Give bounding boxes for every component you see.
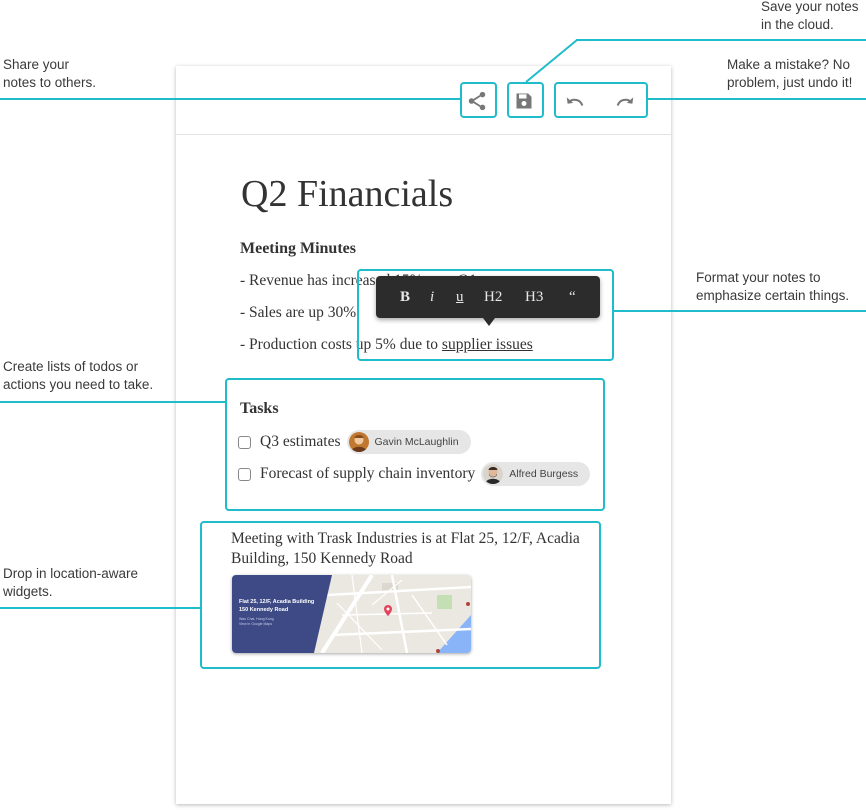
page-title[interactable]: Q2 Financials bbox=[241, 172, 453, 216]
callout-share: Share your notes to others. bbox=[3, 57, 97, 90]
callout-widgets: Drop in location-aware widgets. bbox=[3, 566, 139, 599]
bullet-item[interactable]: - Sales are up 30% bbox=[240, 304, 356, 322]
highlight-tasks bbox=[225, 378, 605, 511]
connector-lists bbox=[0, 401, 225, 403]
callout-save: Save your notes in the cloud. bbox=[761, 0, 859, 32]
connector-save-diagonal bbox=[525, 39, 578, 83]
callout-format: Format your notes to emphasize certain t… bbox=[696, 270, 850, 303]
highlight-undo bbox=[554, 82, 648, 118]
highlight-format bbox=[357, 269, 614, 361]
section-heading[interactable]: Meeting Minutes bbox=[240, 240, 356, 258]
connector-widgets bbox=[0, 607, 200, 609]
highlight-widget bbox=[200, 521, 601, 669]
toolbar-divider bbox=[176, 134, 671, 135]
callout-lists: Create lists of todos or actions you nee… bbox=[3, 359, 154, 392]
connector-format bbox=[614, 310, 866, 312]
connector-undo bbox=[648, 98, 866, 100]
callout-undo: Make a mistake? No problem, just undo it… bbox=[727, 57, 853, 90]
connector-save bbox=[576, 39, 866, 41]
highlight-share bbox=[460, 82, 497, 118]
highlight-save bbox=[507, 82, 544, 118]
connector-share bbox=[0, 98, 460, 100]
